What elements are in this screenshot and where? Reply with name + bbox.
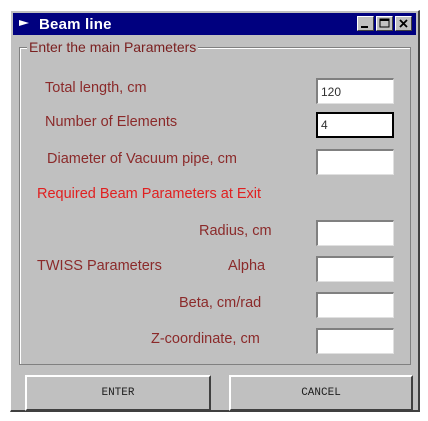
close-button[interactable] <box>395 16 412 31</box>
window-title: Beam line <box>39 15 112 33</box>
twiss-parameters-label: TWISS Parameters <box>37 258 162 274</box>
cancel-button-label: CANCEL <box>301 387 341 399</box>
alpha-input[interactable] <box>316 256 394 282</box>
radius-input[interactable] <box>316 220 394 246</box>
cancel-button[interactable]: CANCEL <box>229 375 413 411</box>
beta-input[interactable] <box>316 292 394 318</box>
number-of-elements-label: Number of Elements <box>45 114 178 130</box>
close-icon <box>399 19 408 28</box>
window-controls <box>357 16 412 31</box>
beta-label: Beta, cm/rad <box>179 295 262 311</box>
maximize-icon <box>379 18 390 28</box>
minimize-button[interactable] <box>357 16 374 31</box>
vacuum-pipe-diameter-input[interactable] <box>316 149 394 175</box>
required-exit-parameters-heading: Required Beam Parameters at Exit <box>37 186 262 202</box>
enter-button[interactable]: ENTER <box>25 375 211 411</box>
alpha-label: Alpha <box>228 258 266 274</box>
group-legend: Enter the main Parameters <box>27 39 199 55</box>
z-coordinate-input[interactable] <box>316 328 394 354</box>
vacuum-pipe-diameter-label: Diameter of Vacuum pipe, cm <box>47 151 237 167</box>
number-of-elements-input[interactable] <box>316 112 394 138</box>
beam-line-window: Beam line Enter the main Parameters Tota… <box>10 10 420 412</box>
maximize-button[interactable] <box>376 16 393 31</box>
enter-button-label: ENTER <box>101 387 135 399</box>
radius-label: Radius, cm <box>199 223 272 239</box>
total-length-input[interactable] <box>316 78 394 104</box>
title-bar[interactable]: Beam line <box>13 13 416 35</box>
app-icon[interactable] <box>19 17 33 31</box>
minimize-icon <box>361 26 368 28</box>
z-coordinate-label: Z-coordinate, cm <box>151 331 260 347</box>
total-length-label: Total length, cm <box>45 80 147 96</box>
